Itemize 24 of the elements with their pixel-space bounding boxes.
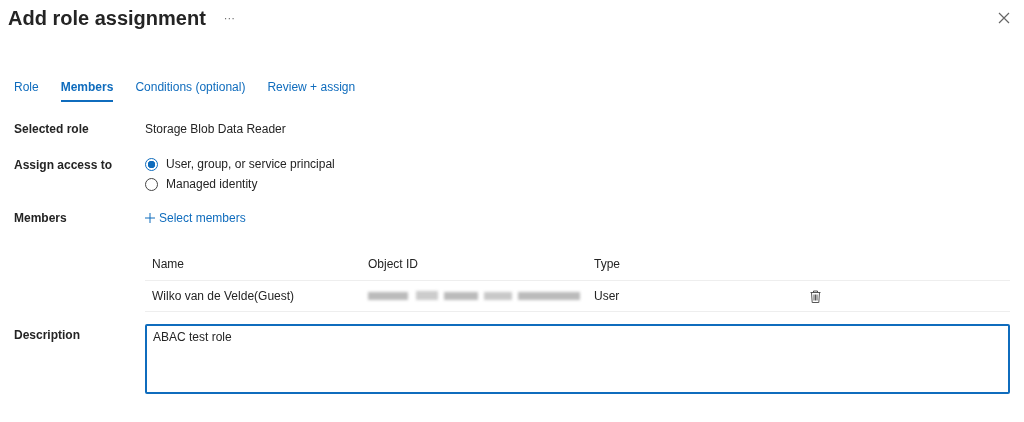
column-header: Object ID (368, 257, 418, 271)
more-button[interactable]: ··· (223, 12, 235, 24)
description-field[interactable]: ABAC test role (145, 324, 1010, 394)
column-header: Name (152, 257, 184, 271)
table-cell: User (594, 289, 620, 303)
window-title: Add role assignment (8, 6, 206, 30)
trash-icon[interactable] (810, 289, 821, 303)
radio-button[interactable] (145, 157, 158, 171)
field-label: Description (14, 327, 81, 344)
tab[interactable]: Members (60, 76, 114, 102)
plus-icon (145, 213, 155, 223)
selected-role-value: Storage Blob Data Reader (145, 122, 287, 136)
tab[interactable]: Conditions (optional) (135, 76, 246, 102)
table-cell: Wilko van de Velde(Guest) (152, 289, 295, 303)
tab[interactable]: Role (14, 76, 39, 102)
radio-label[interactable]: User, group, or service principal (166, 157, 335, 171)
field-label: Selected role (14, 122, 90, 136)
field-label: Assign access to (14, 158, 114, 174)
field-label: Members (14, 211, 68, 227)
tab[interactable]: Review + assign (267, 76, 356, 102)
radio-label[interactable]: Managed identity (166, 177, 258, 191)
close-icon[interactable] (998, 12, 1010, 24)
column-header: Type (594, 257, 620, 271)
select-members-link[interactable]: Select members (145, 211, 246, 225)
